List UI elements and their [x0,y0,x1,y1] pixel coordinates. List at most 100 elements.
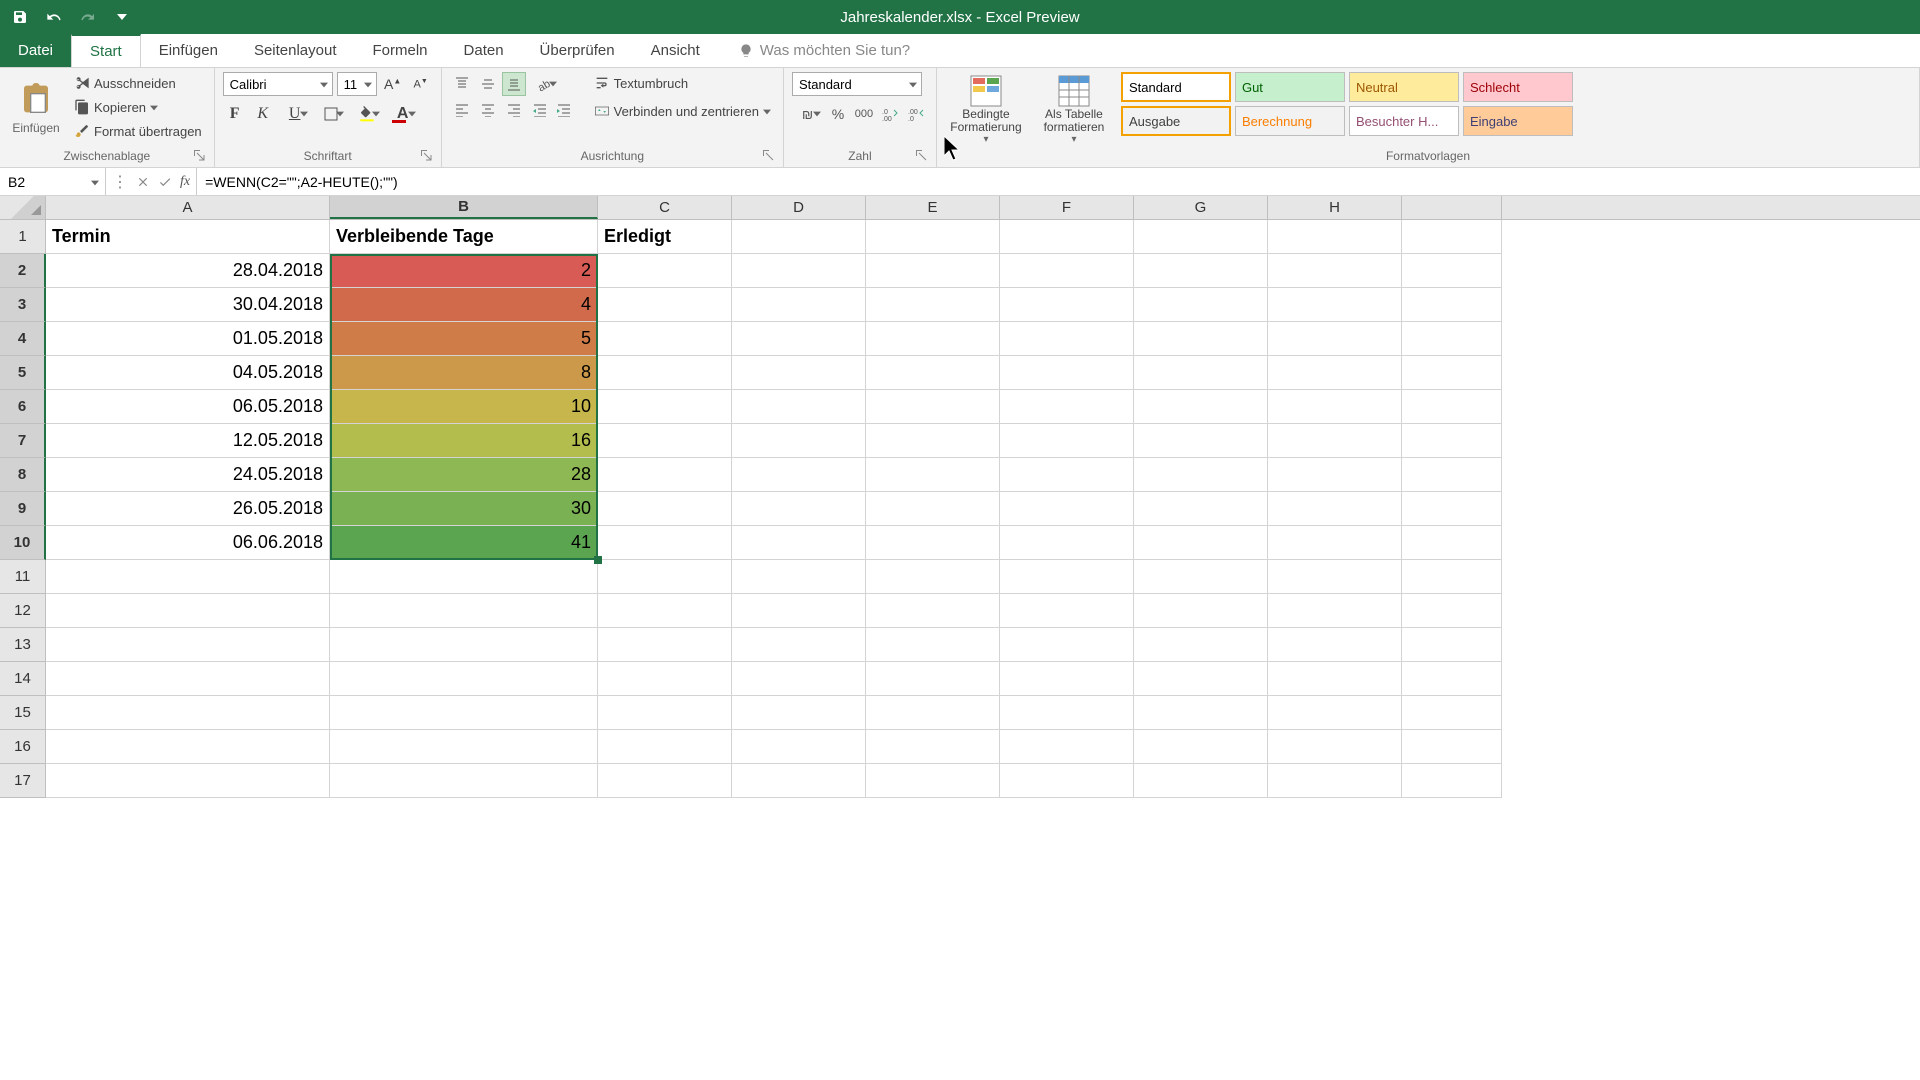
cell[interactable] [1000,696,1134,730]
cell[interactable] [1268,560,1402,594]
style-gut[interactable]: Gut [1235,72,1345,102]
row-header[interactable]: 3 [0,288,46,322]
cell[interactable] [1402,696,1502,730]
cell[interactable] [732,594,866,628]
tab-view[interactable]: Ansicht [633,34,718,67]
borders-button[interactable] [315,102,347,126]
cell[interactable] [866,288,1000,322]
cell[interactable]: 8 [330,356,598,390]
align-top-button[interactable] [450,72,474,96]
cell[interactable] [866,560,1000,594]
row-header[interactable]: 6 [0,390,46,424]
row-header[interactable]: 8 [0,458,46,492]
cell[interactable]: 28.04.2018 [46,254,330,288]
tab-start[interactable]: Start [71,34,141,67]
cell[interactable] [732,288,866,322]
cell[interactable] [866,254,1000,288]
cell[interactable] [46,662,330,696]
cell[interactable] [1000,662,1134,696]
cell[interactable] [1402,526,1502,560]
cell[interactable] [866,356,1000,390]
cell[interactable] [866,696,1000,730]
col-header-H[interactable]: H [1268,196,1402,219]
number-format-combo[interactable]: Standard [792,72,922,96]
cell[interactable]: 4 [330,288,598,322]
orientation-button[interactable]: ab [528,72,560,96]
tab-file[interactable]: Datei [0,34,71,67]
dialog-launcher-number[interactable] [914,149,928,163]
dialog-launcher-clipboard[interactable] [192,149,206,163]
format-as-table-button[interactable]: Als Tabelle formatieren ▾ [1033,72,1115,145]
row-header[interactable]: 14 [0,662,46,696]
row-header[interactable]: 13 [0,628,46,662]
cell[interactable] [1134,220,1268,254]
cell[interactable]: 12.05.2018 [46,424,330,458]
cell[interactable]: 06.06.2018 [46,526,330,560]
cell[interactable] [1268,628,1402,662]
decrease-decimal-button[interactable]: .00.0 [904,102,928,126]
row-header[interactable]: 12 [0,594,46,628]
accounting-format-button[interactable]: ₪ [792,102,824,126]
cell[interactable] [46,628,330,662]
select-all-corner[interactable] [0,196,46,219]
cell[interactable] [1134,322,1268,356]
name-box[interactable]: B2 [0,168,106,195]
cell[interactable] [1000,492,1134,526]
cell[interactable] [1000,458,1134,492]
cell[interactable] [598,458,732,492]
cell[interactable] [1268,424,1402,458]
cell[interactable] [1000,254,1134,288]
cell[interactable] [330,594,598,628]
cell[interactable] [1134,628,1268,662]
cell[interactable] [1134,764,1268,798]
cell[interactable] [1134,356,1268,390]
tab-formulas[interactable]: Formeln [355,34,446,67]
cell[interactable] [46,730,330,764]
cell[interactable] [1268,526,1402,560]
cell[interactable] [1268,492,1402,526]
row-header[interactable]: 5 [0,356,46,390]
row-header[interactable]: 10 [0,526,46,560]
align-middle-button[interactable] [476,72,500,96]
cell[interactable] [1134,390,1268,424]
cell[interactable] [1000,390,1134,424]
cell[interactable] [330,628,598,662]
cell[interactable] [1134,424,1268,458]
cell[interactable] [1268,696,1402,730]
style-besuchter-h-[interactable]: Besuchter H... [1349,106,1459,136]
cell[interactable] [1134,696,1268,730]
cell[interactable] [866,730,1000,764]
cell[interactable] [598,424,732,458]
cell[interactable] [598,730,732,764]
col-header-F[interactable]: F [1000,196,1134,219]
cell[interactable] [1402,764,1502,798]
cell[interactable] [1000,628,1134,662]
cancel-icon[interactable] [136,175,150,189]
cell[interactable]: 26.05.2018 [46,492,330,526]
cell[interactable] [598,254,732,288]
row-header[interactable]: 16 [0,730,46,764]
save-button[interactable] [8,5,32,29]
cell[interactable] [598,594,732,628]
increase-indent-button[interactable] [552,98,576,122]
cell[interactable] [866,424,1000,458]
cell[interactable]: 28 [330,458,598,492]
cell[interactable] [732,526,866,560]
cell[interactable] [732,662,866,696]
cell[interactable] [732,696,866,730]
cell[interactable] [1000,220,1134,254]
cell[interactable] [1268,458,1402,492]
increase-decimal-button[interactable]: .0.00 [878,102,902,126]
cell[interactable]: Verbleibende Tage [330,220,598,254]
cell[interactable] [1268,220,1402,254]
cell[interactable] [1402,594,1502,628]
cell[interactable] [1134,254,1268,288]
cell[interactable] [1134,492,1268,526]
shrink-font-button[interactable]: A▼ [409,72,433,96]
cell[interactable] [598,526,732,560]
col-header-A[interactable]: A [46,196,330,219]
cell[interactable] [1000,730,1134,764]
cell[interactable] [1402,492,1502,526]
cell[interactable] [598,764,732,798]
col-header-B[interactable]: B [330,196,598,219]
